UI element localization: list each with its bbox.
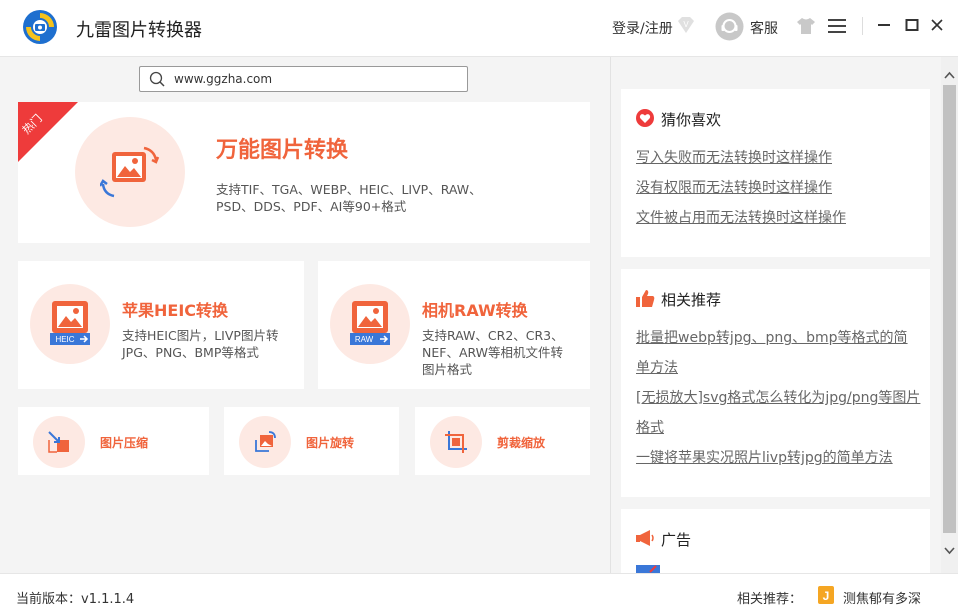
rotate-label: 图片旋转 [306, 436, 355, 450]
heic-desc-1: 支持HEIC图片，LIVP图片转 [122, 328, 279, 343]
search-icon [149, 71, 165, 87]
universal-convert-desc-1: 支持TIF、TGA、WEBP、HEIC、LIVP、RAW、 [216, 182, 482, 197]
megaphone-icon [636, 530, 654, 546]
vip-icon[interactable]: V [676, 15, 696, 35]
svg-text:V: V [683, 20, 689, 29]
universal-convert-title: 万能图片转换 [216, 138, 349, 163]
related-title: 相关推荐 [661, 291, 722, 309]
login-register-link[interactable]: 登录/注册 [612, 18, 673, 38]
menu-icon[interactable] [828, 18, 846, 34]
raw-convert-card[interactable]: RAW 相机RAW转换 支持RAW、CR2、CR3、 NEF、ARW等相机文件转… [318, 261, 590, 389]
ad-title: 广告 [661, 531, 692, 549]
raw-file-icon: RAW [350, 301, 390, 345]
footer-related-label: 相关推荐： [737, 592, 803, 607]
compress-card[interactable]: 图片压缩 [18, 407, 209, 475]
scroll-thumb[interactable] [943, 85, 956, 533]
search-input[interactable]: www.ggzha.com [174, 72, 272, 86]
related-recommend-panel: 相关推荐 批量把webp转jpg、png、bmp等格式的简单方法 [无损放大]s… [621, 269, 930, 497]
svg-text:J: J [823, 589, 830, 603]
heic-icon-label: HEIC [55, 335, 74, 344]
raw-desc-2: NEF、ARW等相机文件转 [422, 345, 564, 360]
guess-link-3[interactable]: 文件被占用而无法转换时这样操作 [636, 203, 921, 233]
compress-icon [48, 431, 69, 453]
related-link-1[interactable]: 批量把webp转jpg、png、bmp等格式的简单方法 [636, 323, 921, 383]
status-footer: 当前版本：v1.1.1.4 相关推荐： J 测焦郁有多深 [0, 573, 958, 613]
guess-link-1[interactable]: 写入失败而无法转换时这样操作 [636, 143, 921, 173]
crop-resize-card[interactable]: 剪裁缩放 [415, 407, 590, 475]
skin-shirt-icon[interactable] [796, 17, 816, 35]
heic-file-icon: HEIC [50, 301, 90, 345]
raw-desc-3: 图片格式 [422, 362, 473, 377]
guess-you-like-panel: 猜你喜欢 写入失败而无法转换时这样操作 没有权限而无法转换时这样操作 文件被占用… [621, 89, 930, 257]
service-avatar-icon[interactable] [715, 12, 744, 41]
compress-label: 图片压缩 [100, 436, 149, 450]
minimize-icon[interactable] [877, 18, 891, 32]
heart-icon [636, 109, 654, 127]
close-icon[interactable] [930, 18, 944, 32]
raw-convert-title: 相机RAW转换 [422, 301, 528, 320]
universal-convert-desc-2: PSD、DDS、PDF、AI等90+格式 [216, 199, 407, 214]
titlebar-separator [862, 17, 863, 35]
hot-badge: 热门 [18, 102, 78, 162]
heic-convert-title: 苹果HEIC转换 [122, 301, 229, 320]
title-bar: 九雷图片转换器 登录/注册 V 客服 [0, 0, 958, 57]
maximize-icon[interactable] [905, 18, 919, 32]
version-label: 当前版本：v1.1.1.4 [16, 592, 135, 607]
service-label[interactable]: 客服 [750, 18, 778, 38]
image-convert-icon [100, 146, 160, 198]
app-logo-icon [23, 10, 57, 44]
ad-image-icon[interactable] [636, 565, 660, 573]
scroll-up-icon[interactable] [944, 71, 955, 79]
heic-convert-card[interactable]: HEIC 苹果HEIC转换 支持HEIC图片，LIVP图片转 JPG、PNG、B… [18, 261, 304, 389]
universal-convert-card[interactable]: 热门 万能图片转换 支持TIF、TGA、WEBP、HEIC、LIVP、RAW、 … [18, 102, 590, 243]
guess-link-2[interactable]: 没有权限而无法转换时这样操作 [636, 173, 921, 203]
scrollbar[interactable] [941, 57, 958, 573]
scroll-down-icon[interactable] [944, 547, 955, 555]
rotate-card[interactable]: 图片旋转 [224, 407, 399, 475]
crop-icon [445, 431, 467, 453]
footer-related-app-link[interactable]: 测焦郁有多深 [843, 588, 921, 607]
guess-title: 猜你喜欢 [661, 111, 722, 129]
rotate-icon [255, 431, 276, 452]
search-bar[interactable]: www.ggzha.com [139, 66, 468, 92]
related-link-2[interactable]: [无损放大]svg格式怎么转化为jpg/png等图片格式 [636, 383, 921, 443]
depth-app-icon[interactable]: J [818, 586, 834, 604]
heic-desc-2: JPG、PNG、BMP等格式 [122, 345, 259, 360]
thumbs-up-icon [636, 290, 655, 307]
app-title: 九雷图片转换器 [76, 20, 202, 41]
raw-desc-1: 支持RAW、CR2、CR3、 [422, 328, 564, 343]
crop-label: 剪裁缩放 [497, 436, 546, 450]
related-link-3[interactable]: 一键将苹果实况照片livp转jpg的简单方法 [636, 443, 921, 473]
ad-panel: 广告 [621, 509, 930, 573]
panel-divider [610, 57, 611, 573]
raw-icon-label: RAW [355, 335, 374, 344]
